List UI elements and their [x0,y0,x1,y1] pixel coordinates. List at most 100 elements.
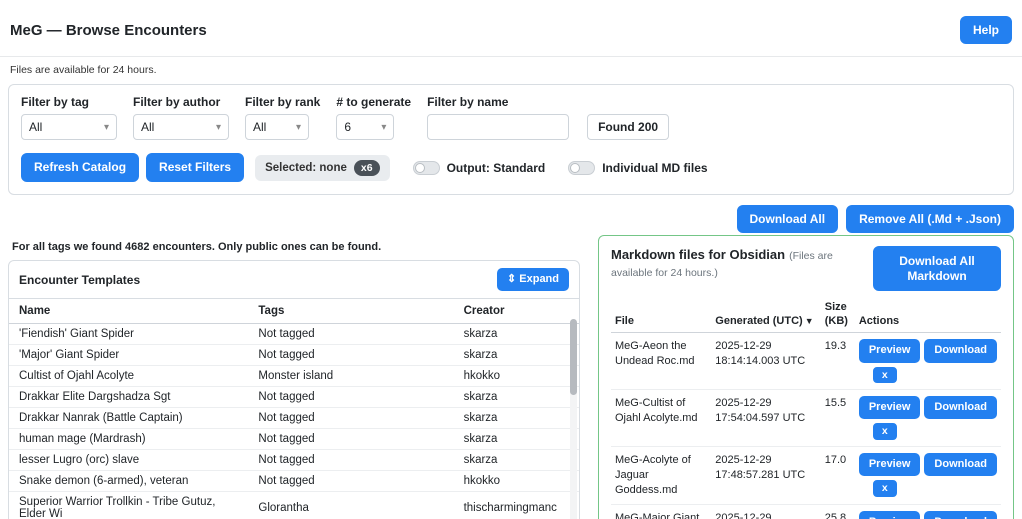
file-name: MeG-Major Giant Spider.md [611,504,711,519]
encounter-name: human mage (Mardrash) [9,429,248,450]
toggle-knob [570,163,580,173]
encounter-tags: Not tagged [248,429,453,450]
file-actions: Preview Download x [855,390,1001,447]
file-remove-row: x [873,423,997,440]
encounter-table-header-row: Name Tags Creator [9,299,579,324]
file-actions: Preview Download x [855,447,1001,505]
preview-button[interactable]: Preview [859,396,921,419]
download-button[interactable]: Download [924,396,997,419]
generated-timestamp: 2025-12-29 17:54:04.597 UTC [711,390,820,447]
download-button[interactable]: Download [924,339,997,362]
markdown-files-panel: Markdown files for Obsidian(Files are av… [598,235,1014,519]
tag-select-value: All [29,120,42,134]
table-row[interactable]: Cultist of Ojahl Acolyte Monster island … [9,366,579,387]
generate-count-select[interactable]: 6 ▾ [336,114,394,140]
encounter-name: Cultist of Ojahl Acolyte [9,366,248,387]
main-content: For all tags we found 4682 encounters. O… [0,233,1022,519]
found-count-badge: Found 200 [587,114,669,140]
remove-all-button[interactable]: Remove All (.Md + .Json) [846,205,1014,233]
table-scrollbar[interactable] [570,319,577,519]
chevron-down-icon: ▾ [296,122,301,133]
markdown-file-row: MeG-Acolyte of Jaguar Goddess.md 2025-12… [611,447,1001,505]
column-header-file: File [611,295,711,333]
encounter-tags: Glorantha [248,492,453,519]
column-header-actions: Actions [855,295,1001,333]
tag-select[interactable]: All ▾ [21,114,117,140]
filter-actions-row: Refresh Catalog Reset Filters Selected: … [21,153,1001,181]
encounter-tags: Monster island [248,366,453,387]
table-row[interactable]: Drakkar Nanrak (Battle Captain) Not tagg… [9,408,579,429]
preview-button[interactable]: Preview [859,511,921,519]
encounter-tags: Not tagged [248,450,453,471]
individual-md-files-toggle[interactable] [568,161,595,175]
toggle-knob [415,163,425,173]
table-row[interactable]: 'Major' Giant Spider Not tagged skarza [9,345,579,366]
output-toggle-label: Output: Standard [447,161,546,175]
encounter-creator: skarza [454,429,579,450]
markdown-panel-title: Markdown files for Obsidian [611,247,785,262]
author-select[interactable]: All ▾ [133,114,229,140]
markdown-file-table: File Generated (UTC)▼ Size (KB) Actions … [611,295,1001,519]
column-header-generated[interactable]: Generated (UTC)▼ [711,295,820,333]
output-toggle-group: Output: Standard [413,161,546,175]
encounter-creator: hkokko [454,366,579,387]
filter-group-rank: Filter by rank All ▾ [245,95,320,140]
remove-file-button[interactable]: x [873,480,897,497]
generated-column-label: Generated (UTC) [715,315,802,327]
remove-file-button[interactable]: x [873,423,897,440]
table-row[interactable]: human mage (Mardrash) Not tagged skarza [9,429,579,450]
global-actions-row: Download All Remove All (.Md + .Json) [0,195,1022,233]
expand-button-label: Expand [519,273,559,285]
file-remove-row: x [873,480,997,497]
file-actions-row: Preview Download [859,396,997,419]
preview-button[interactable]: Preview [859,453,921,476]
encounters-panel-title: Encounter Templates [19,273,140,287]
download-all-button[interactable]: Download All [737,205,839,233]
preview-button[interactable]: Preview [859,339,921,362]
encounter-name: 'Major' Giant Spider [9,345,248,366]
filter-group-generate: # to generate 6 ▾ [336,95,411,140]
chevron-down-icon: ▾ [381,122,386,133]
encounter-creator: hkokko [454,471,579,492]
file-actions-row: Preview Download [859,453,997,476]
reset-filters-button[interactable]: Reset Filters [146,153,244,181]
table-row[interactable]: Drakkar Elite Dargshadza Sgt Not tagged … [9,387,579,408]
scrollbar-thumb[interactable] [570,319,577,395]
file-actions: Preview Download x [855,504,1001,519]
encounter-tags: Not tagged [248,345,453,366]
file-size: 17.0 [821,447,855,505]
file-actions-row: Preview Download [859,511,997,519]
refresh-catalog-button[interactable]: Refresh Catalog [21,153,139,181]
download-button[interactable]: Download [924,511,997,519]
table-row[interactable]: Snake demon (6-armed), veteran Not tagge… [9,471,579,492]
encounter-name: Drakkar Elite Dargshadza Sgt [9,387,248,408]
file-actions: Preview Download x [855,333,1001,390]
filter-group-name: Filter by name [427,95,569,140]
download-all-markdown-button[interactable]: Download All Markdown [873,246,1001,291]
filter-row: Filter by tag All ▾ Filter by author All… [21,95,1001,140]
table-row[interactable]: 'Fiendish' Giant Spider Not tagged skarz… [9,324,579,345]
name-filter-input[interactable] [427,114,569,140]
markdown-panel-title-wrap: Markdown files for Obsidian(Files are av… [611,246,859,281]
generated-timestamp: 2025-12-29 18:14:14.003 UTC [711,333,820,390]
file-size: 25.8 [821,504,855,519]
table-row[interactable]: lesser Lugro (orc) slave Not tagged skar… [9,450,579,471]
generate-count-label: # to generate [336,95,411,109]
table-row[interactable]: Superior Warrior Trollkin - Tribe Gutuz,… [9,492,579,519]
encounter-name: Drakkar Nanrak (Battle Captain) [9,408,248,429]
encounter-name: 'Fiendish' Giant Spider [9,324,248,345]
output-standard-toggle[interactable] [413,161,440,175]
generated-timestamp: 2025-12-29 17:48:57.281 UTC [711,447,820,505]
remove-file-button[interactable]: x [873,367,897,384]
file-name: MeG-Cultist of Ojahl Acolyte.md [611,390,711,447]
selected-pill: Selected: none x6 [255,155,390,181]
rank-select[interactable]: All ▾ [245,114,309,140]
expand-button[interactable]: ⇕ Expand [497,268,569,291]
help-button[interactable]: Help [960,16,1012,44]
column-header-tags: Tags [248,299,453,324]
encounter-creator: skarza [454,324,579,345]
download-button[interactable]: Download [924,453,997,476]
selected-count-badge: x6 [354,160,380,176]
file-remove-row: x [873,367,997,384]
filter-card: Filter by tag All ▾ Filter by author All… [8,84,1014,194]
